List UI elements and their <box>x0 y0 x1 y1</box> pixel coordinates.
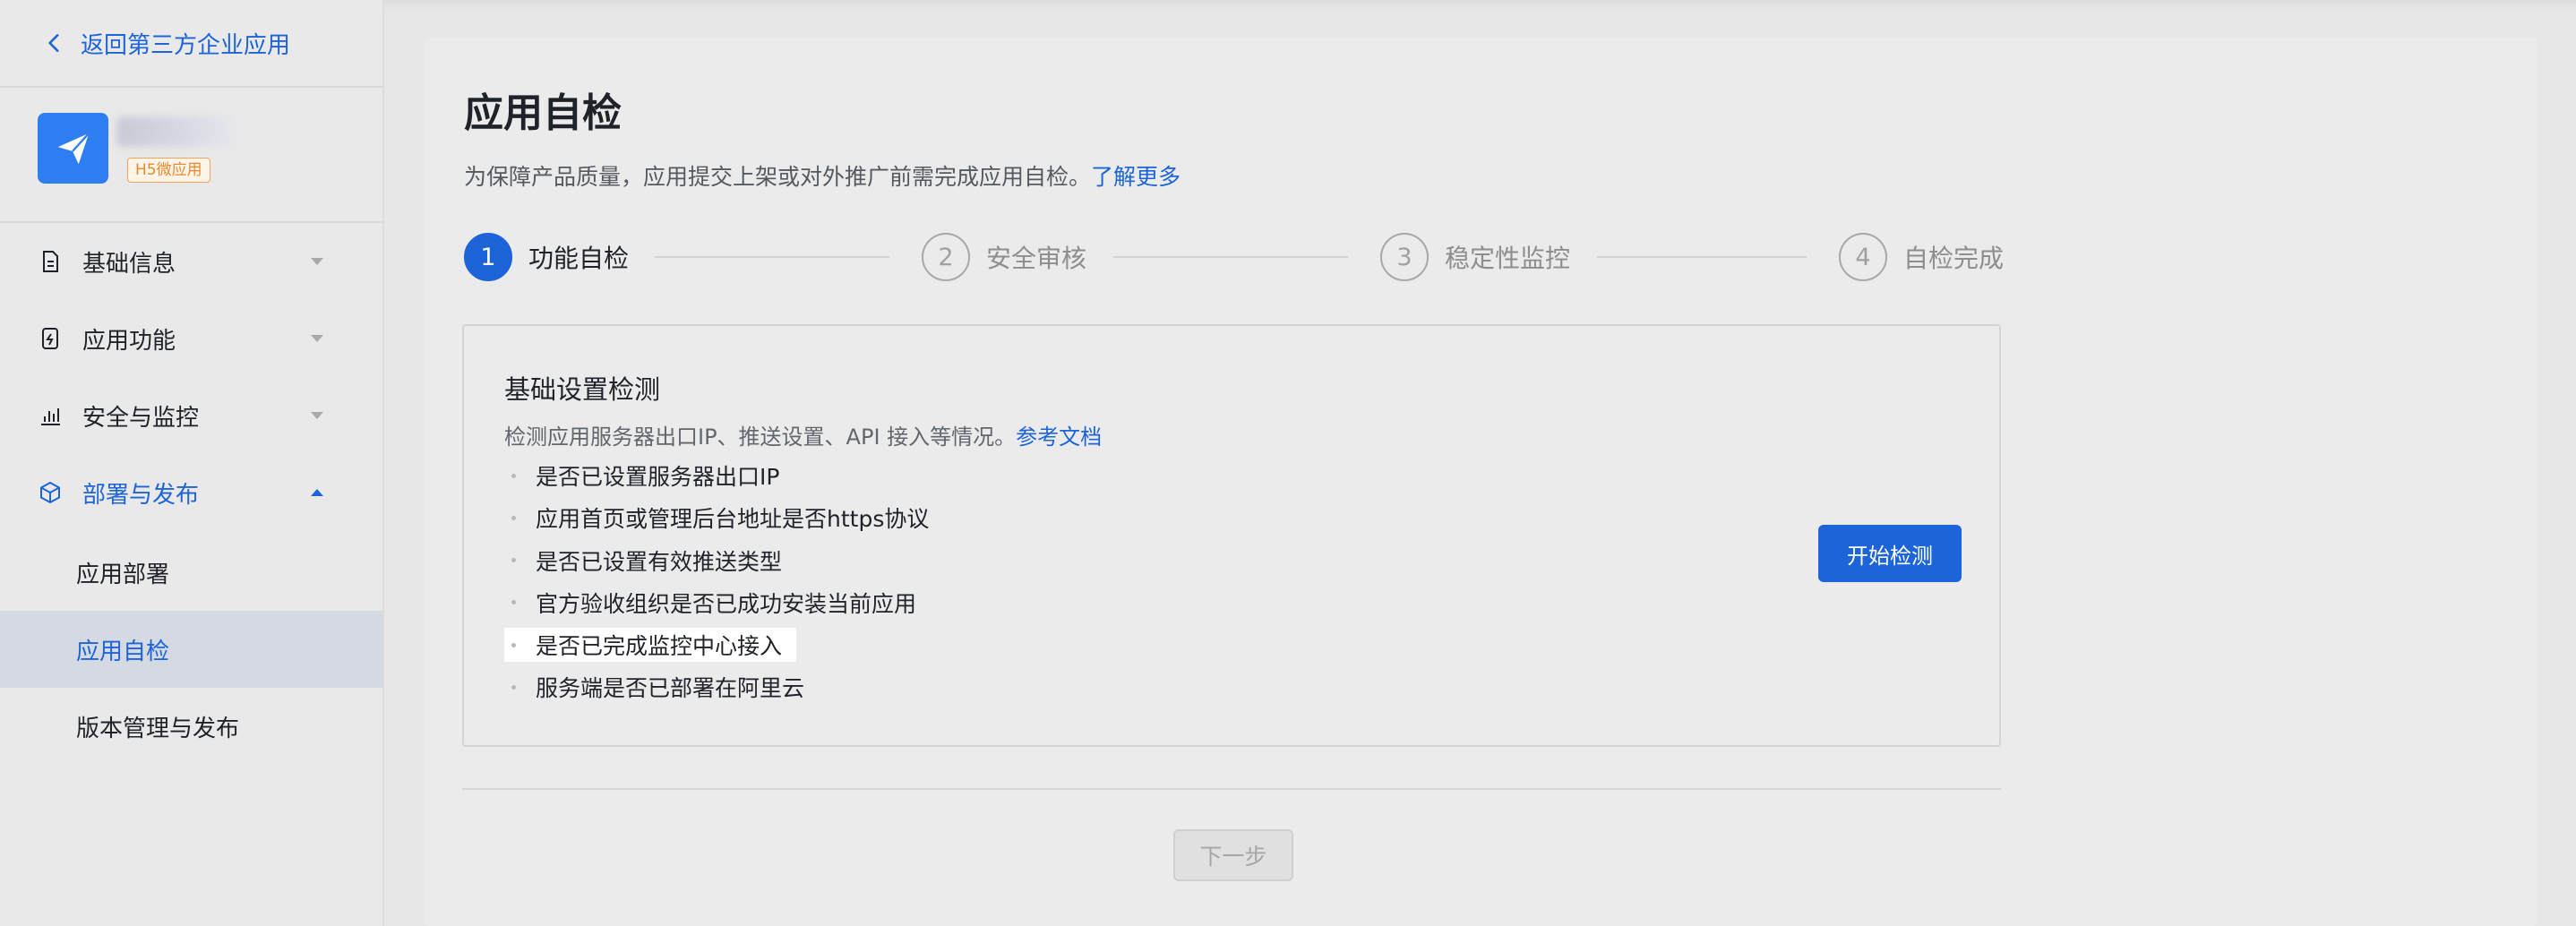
sidebar: 返回第三方企业应用 H5微应用 基础信息 应用功能 安全与监控 部署与发布 应用… <box>0 0 384 926</box>
sidebar-subitem-version-publish[interactable]: 版本管理与发布 <box>0 688 382 765</box>
list-item: 应用首页或管理后台地址是否https协议 <box>504 501 943 535</box>
bullet-icon <box>511 600 516 605</box>
step-label: 安全审核 <box>986 244 1087 273</box>
app-type-badge: H5微应用 <box>127 158 210 183</box>
check-item-text: 是否已设置有效推送类型 <box>536 548 783 575</box>
footer-divider <box>462 788 2001 790</box>
bullet-icon <box>511 558 516 563</box>
paper-plane-icon <box>57 132 90 164</box>
check-item-text: 服务端是否已部署在阿里云 <box>536 675 805 702</box>
step-label: 自检完成 <box>1903 244 2005 273</box>
sidebar-item-label: 基础信息 <box>82 250 176 278</box>
sidebar-item-label: 安全与监控 <box>82 404 200 432</box>
sidebar-item-label: 部署与发布 <box>82 481 200 509</box>
list-item: 服务端是否已部署在阿里云 <box>504 670 819 704</box>
panel-description: 检测应用服务器出口IP、推送设置、API 接入等情况。参考文档 <box>504 419 1102 450</box>
step-label: 功能自检 <box>528 244 630 273</box>
learn-more-link[interactable]: 了解更多 <box>1091 164 1181 190</box>
sidebar-subitem-app-deploy[interactable]: 应用部署 <box>0 534 382 611</box>
step-stability-monitor: 3 稳定性监控 <box>1380 231 1570 283</box>
step-security-review: 2 安全审核 <box>922 231 1086 283</box>
list-item: 是否已设置有效推送类型 <box>504 544 796 578</box>
list-item: 官方验收组织是否已成功安装当前应用 <box>504 586 931 620</box>
step-label: 稳定性监控 <box>1445 244 1571 273</box>
app-function-icon <box>42 328 58 349</box>
step-number: 2 <box>922 233 970 281</box>
cube-icon <box>40 481 60 504</box>
step-connector <box>655 256 889 258</box>
sidebar-item-deploy-publish[interactable]: 部署与发布 <box>0 454 382 531</box>
next-step-button[interactable]: 下一步 <box>1173 829 1293 881</box>
app-name <box>116 116 235 147</box>
caret-down-icon <box>311 412 323 419</box>
step-function-check: 1 功能自检 <box>464 231 629 283</box>
check-item-text: 应用首页或管理后台地址是否https协议 <box>536 506 930 533</box>
top-shade <box>382 0 2576 13</box>
sidebar-subitem-app-self-check[interactable]: 应用自检 <box>0 611 382 688</box>
chevron-left-icon <box>48 34 59 52</box>
sidebar-subitem-label: 应用自检 <box>76 638 170 665</box>
sidebar-subitem-label: 应用部署 <box>76 561 170 588</box>
bullet-icon <box>511 684 516 690</box>
app-info: H5微应用 <box>38 113 360 193</box>
sidebar-item-app-function[interactable]: 应用功能 <box>0 300 382 377</box>
list-item: 是否已完成监控中心接入 <box>504 628 797 663</box>
check-item-text: 是否已完成监控中心接入 <box>536 633 783 660</box>
step-connector <box>1113 256 1348 258</box>
bullet-icon <box>511 473 516 478</box>
sidebar-divider <box>0 86 382 88</box>
panel-description-text: 检测应用服务器出口IP、推送设置、API 接入等情况。 <box>504 424 1017 450</box>
app-logo <box>38 113 108 184</box>
main-card: 应用自检 为保障产品质量，应用提交上架或对外推广前需完成应用自检。了解更多 1 … <box>424 38 2537 926</box>
check-item-text: 官方验收组织是否已成功安装当前应用 <box>536 590 917 617</box>
bullet-icon <box>511 642 516 647</box>
sidebar-item-label: 应用功能 <box>82 327 176 355</box>
step-connector <box>1597 256 1807 258</box>
sidebar-item-basic-info[interactable]: 基础信息 <box>0 223 382 300</box>
page-description-text: 为保障产品质量，应用提交上架或对外推广前需完成应用自检。 <box>464 164 1092 190</box>
step-check-complete: 4 自检完成 <box>1839 231 2004 283</box>
sidebar-item-security-monitor[interactable]: 安全与监控 <box>0 377 382 454</box>
step-number: 1 <box>464 233 512 281</box>
check-list: 是否已设置服务器出口IP 应用首页或管理后台地址是否https协议 是否已设置有… <box>504 459 943 713</box>
back-link[interactable]: 返回第三方企业应用 <box>43 25 290 61</box>
caret-down-icon <box>311 335 323 342</box>
start-check-button[interactable]: 开始检测 <box>1818 525 1962 582</box>
bullet-icon <box>511 515 516 520</box>
page-title: 应用自检 <box>464 90 622 136</box>
step-number: 4 <box>1839 233 1887 281</box>
check-item-text: 是否已设置服务器出口IP <box>536 464 780 490</box>
back-link-label: 返回第三方企业应用 <box>81 31 291 59</box>
document-icon <box>43 251 58 272</box>
panel-title: 基础设置检测 <box>504 374 661 405</box>
page-description: 为保障产品质量，应用提交上架或对外推广前需完成应用自检。了解更多 <box>464 159 1181 192</box>
sidebar-subitem-label: 版本管理与发布 <box>76 715 240 742</box>
caret-down-icon <box>311 258 323 265</box>
step-number: 3 <box>1380 233 1429 281</box>
reference-doc-link[interactable]: 参考文档 <box>1016 424 1102 450</box>
list-item: 是否已设置服务器出口IP <box>504 459 794 493</box>
basic-settings-check-panel: 基础设置检测 检测应用服务器出口IP、推送设置、API 接入等情况。参考文档 是… <box>462 324 2001 747</box>
caret-up-icon <box>311 489 323 496</box>
bar-chart-icon <box>41 408 60 425</box>
